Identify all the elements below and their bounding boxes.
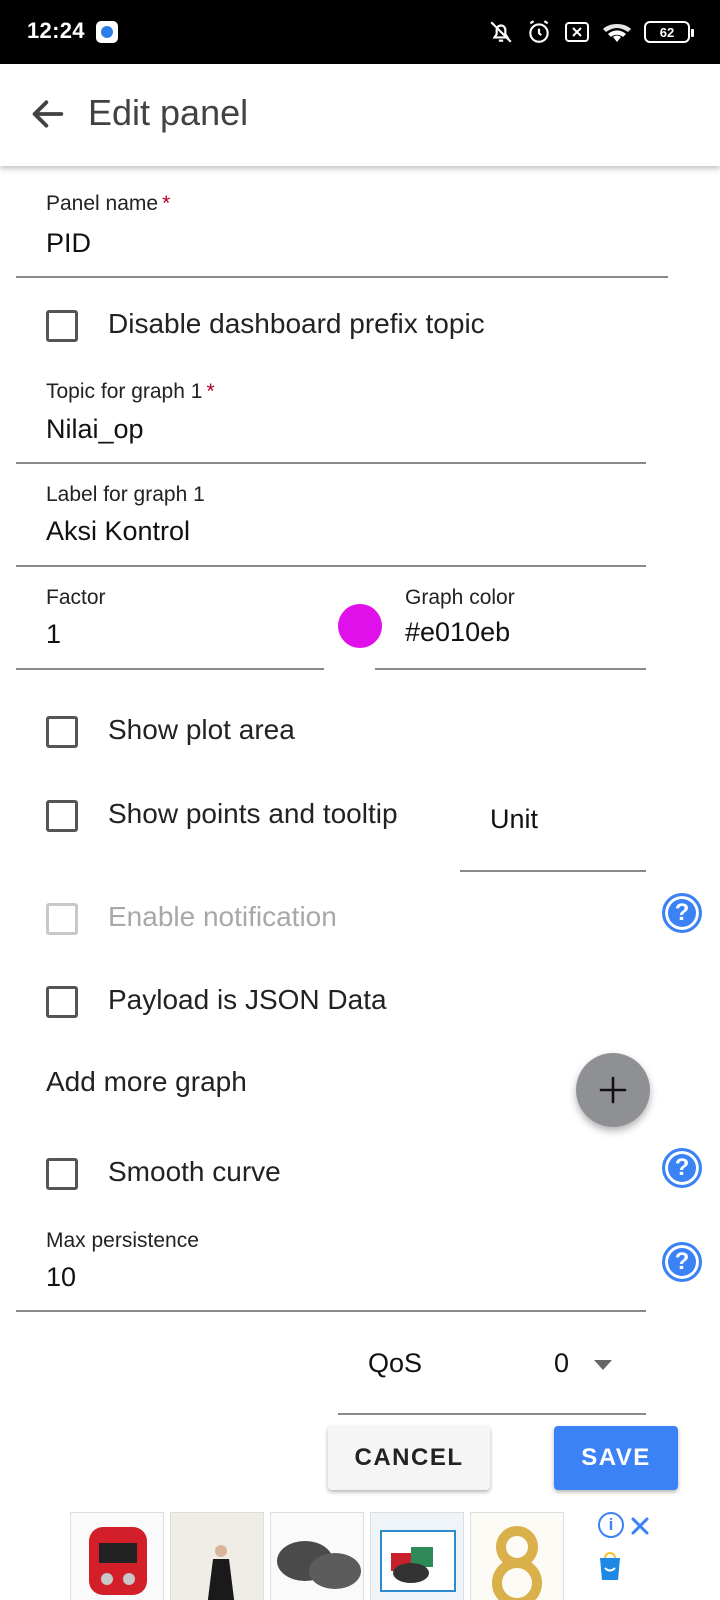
shopping-bag-icon bbox=[600, 1552, 620, 1580]
dropdown-arrow-icon bbox=[594, 1360, 612, 1370]
label-graph1-label: Label for graph 1 bbox=[46, 483, 205, 506]
payload-json-label: Payload is JSON Data bbox=[108, 984, 387, 1015]
dress-image bbox=[171, 1513, 263, 1600]
ad-product-dress[interactable] bbox=[170, 1512, 264, 1600]
app-bar: Edit panel bbox=[0, 64, 720, 166]
max-persistence-underline bbox=[16, 1310, 646, 1312]
required-marker: * bbox=[162, 192, 171, 215]
ad-info-icon[interactable]: i bbox=[598, 1512, 624, 1538]
battery-icon: 62 bbox=[644, 21, 694, 43]
battery-level: 62 bbox=[659, 24, 675, 40]
topic-graph1-label-text: Topic for graph 1 bbox=[46, 380, 203, 403]
qos-underline bbox=[338, 1413, 646, 1415]
max-persistence-label: Max persistence bbox=[46, 1229, 199, 1252]
ad-product-balloon[interactable] bbox=[470, 1512, 564, 1600]
max-persistence-input[interactable]: 10 bbox=[46, 1262, 76, 1293]
required-marker: * bbox=[206, 380, 215, 403]
graph-color-label: Graph color bbox=[405, 586, 515, 609]
sim-off-icon bbox=[565, 22, 589, 42]
show-points-label: Show points and tooltip bbox=[108, 798, 398, 829]
max-persistence-help-icon[interactable]: ? bbox=[662, 1242, 702, 1282]
smooth-curve-checkbox[interactable] bbox=[46, 1158, 78, 1190]
topic-graph1-input[interactable]: Nilai_op bbox=[46, 414, 144, 445]
status-time: 12:24 bbox=[27, 18, 85, 43]
factor-label: Factor bbox=[46, 586, 106, 609]
show-points-checkbox[interactable] bbox=[46, 800, 78, 832]
graph-color-input[interactable]: #e010eb bbox=[405, 617, 510, 648]
graph-color-swatch[interactable] bbox=[338, 604, 382, 648]
app-notification-icon bbox=[96, 21, 118, 43]
notification-help-icon[interactable]: ? bbox=[662, 893, 702, 933]
page-title: Edit panel bbox=[88, 92, 249, 133]
wifi-icon bbox=[603, 24, 631, 42]
factor-underline bbox=[16, 668, 324, 670]
unit-input[interactable]: Unit bbox=[490, 804, 538, 835]
tally-counter-image bbox=[89, 1527, 147, 1595]
qos-value: 0 bbox=[554, 1348, 570, 1378]
ad-product-trays[interactable] bbox=[370, 1512, 464, 1600]
panel-name-underline bbox=[16, 276, 668, 278]
panel-name-label: Panel name * bbox=[46, 192, 170, 216]
show-plot-area-checkbox[interactable] bbox=[46, 716, 78, 748]
enable-notification-checkbox bbox=[46, 903, 78, 935]
ad-product-cap[interactable] bbox=[270, 1512, 364, 1600]
mute-icon bbox=[490, 21, 512, 43]
status-icons: 62 bbox=[488, 18, 694, 46]
qos-label: QoS bbox=[368, 1348, 423, 1378]
plus-icon bbox=[599, 1076, 627, 1104]
panel-name-input[interactable]: PID bbox=[46, 228, 91, 259]
label-graph1-input[interactable]: Aksi Kontrol bbox=[46, 516, 190, 547]
enable-notification-label: Enable notification bbox=[108, 901, 337, 932]
save-button[interactable]: SAVE bbox=[554, 1426, 678, 1490]
payload-json-checkbox[interactable] bbox=[46, 986, 78, 1018]
show-plot-area-label: Show plot area bbox=[108, 714, 295, 745]
graph-color-underline bbox=[375, 668, 646, 670]
label-graph1-underline bbox=[16, 565, 646, 567]
ad-banner[interactable]: i bbox=[0, 1506, 720, 1600]
trays-image bbox=[371, 1513, 463, 1600]
smooth-curve-label: Smooth curve bbox=[108, 1156, 281, 1187]
disable-prefix-checkbox[interactable] bbox=[46, 310, 78, 342]
smooth-curve-help-icon[interactable]: ? bbox=[662, 1148, 702, 1188]
ad-product-counter[interactable] bbox=[70, 1512, 164, 1600]
factor-input[interactable]: 1 bbox=[46, 619, 61, 650]
cap-image bbox=[277, 1541, 361, 1589]
qos-select[interactable]: QoS 0 bbox=[338, 1340, 646, 1415]
topic-graph1-underline bbox=[16, 462, 646, 464]
panel-name-label-text: Panel name bbox=[46, 192, 159, 215]
topic-graph1-label: Topic for graph 1 * bbox=[46, 380, 215, 404]
ad-close-icon[interactable] bbox=[630, 1516, 650, 1536]
status-bar: 12:24 62 bbox=[0, 0, 720, 64]
add-more-graph-label: Add more graph bbox=[46, 1066, 247, 1097]
number-balloon-image bbox=[471, 1513, 563, 1600]
cancel-button[interactable]: CANCEL bbox=[328, 1426, 490, 1490]
add-graph-button[interactable] bbox=[576, 1053, 650, 1127]
alarm-icon bbox=[529, 20, 549, 43]
back-arrow-icon[interactable] bbox=[28, 94, 68, 134]
unit-underline bbox=[460, 870, 646, 872]
disable-prefix-label: Disable dashboard prefix topic bbox=[108, 308, 485, 339]
